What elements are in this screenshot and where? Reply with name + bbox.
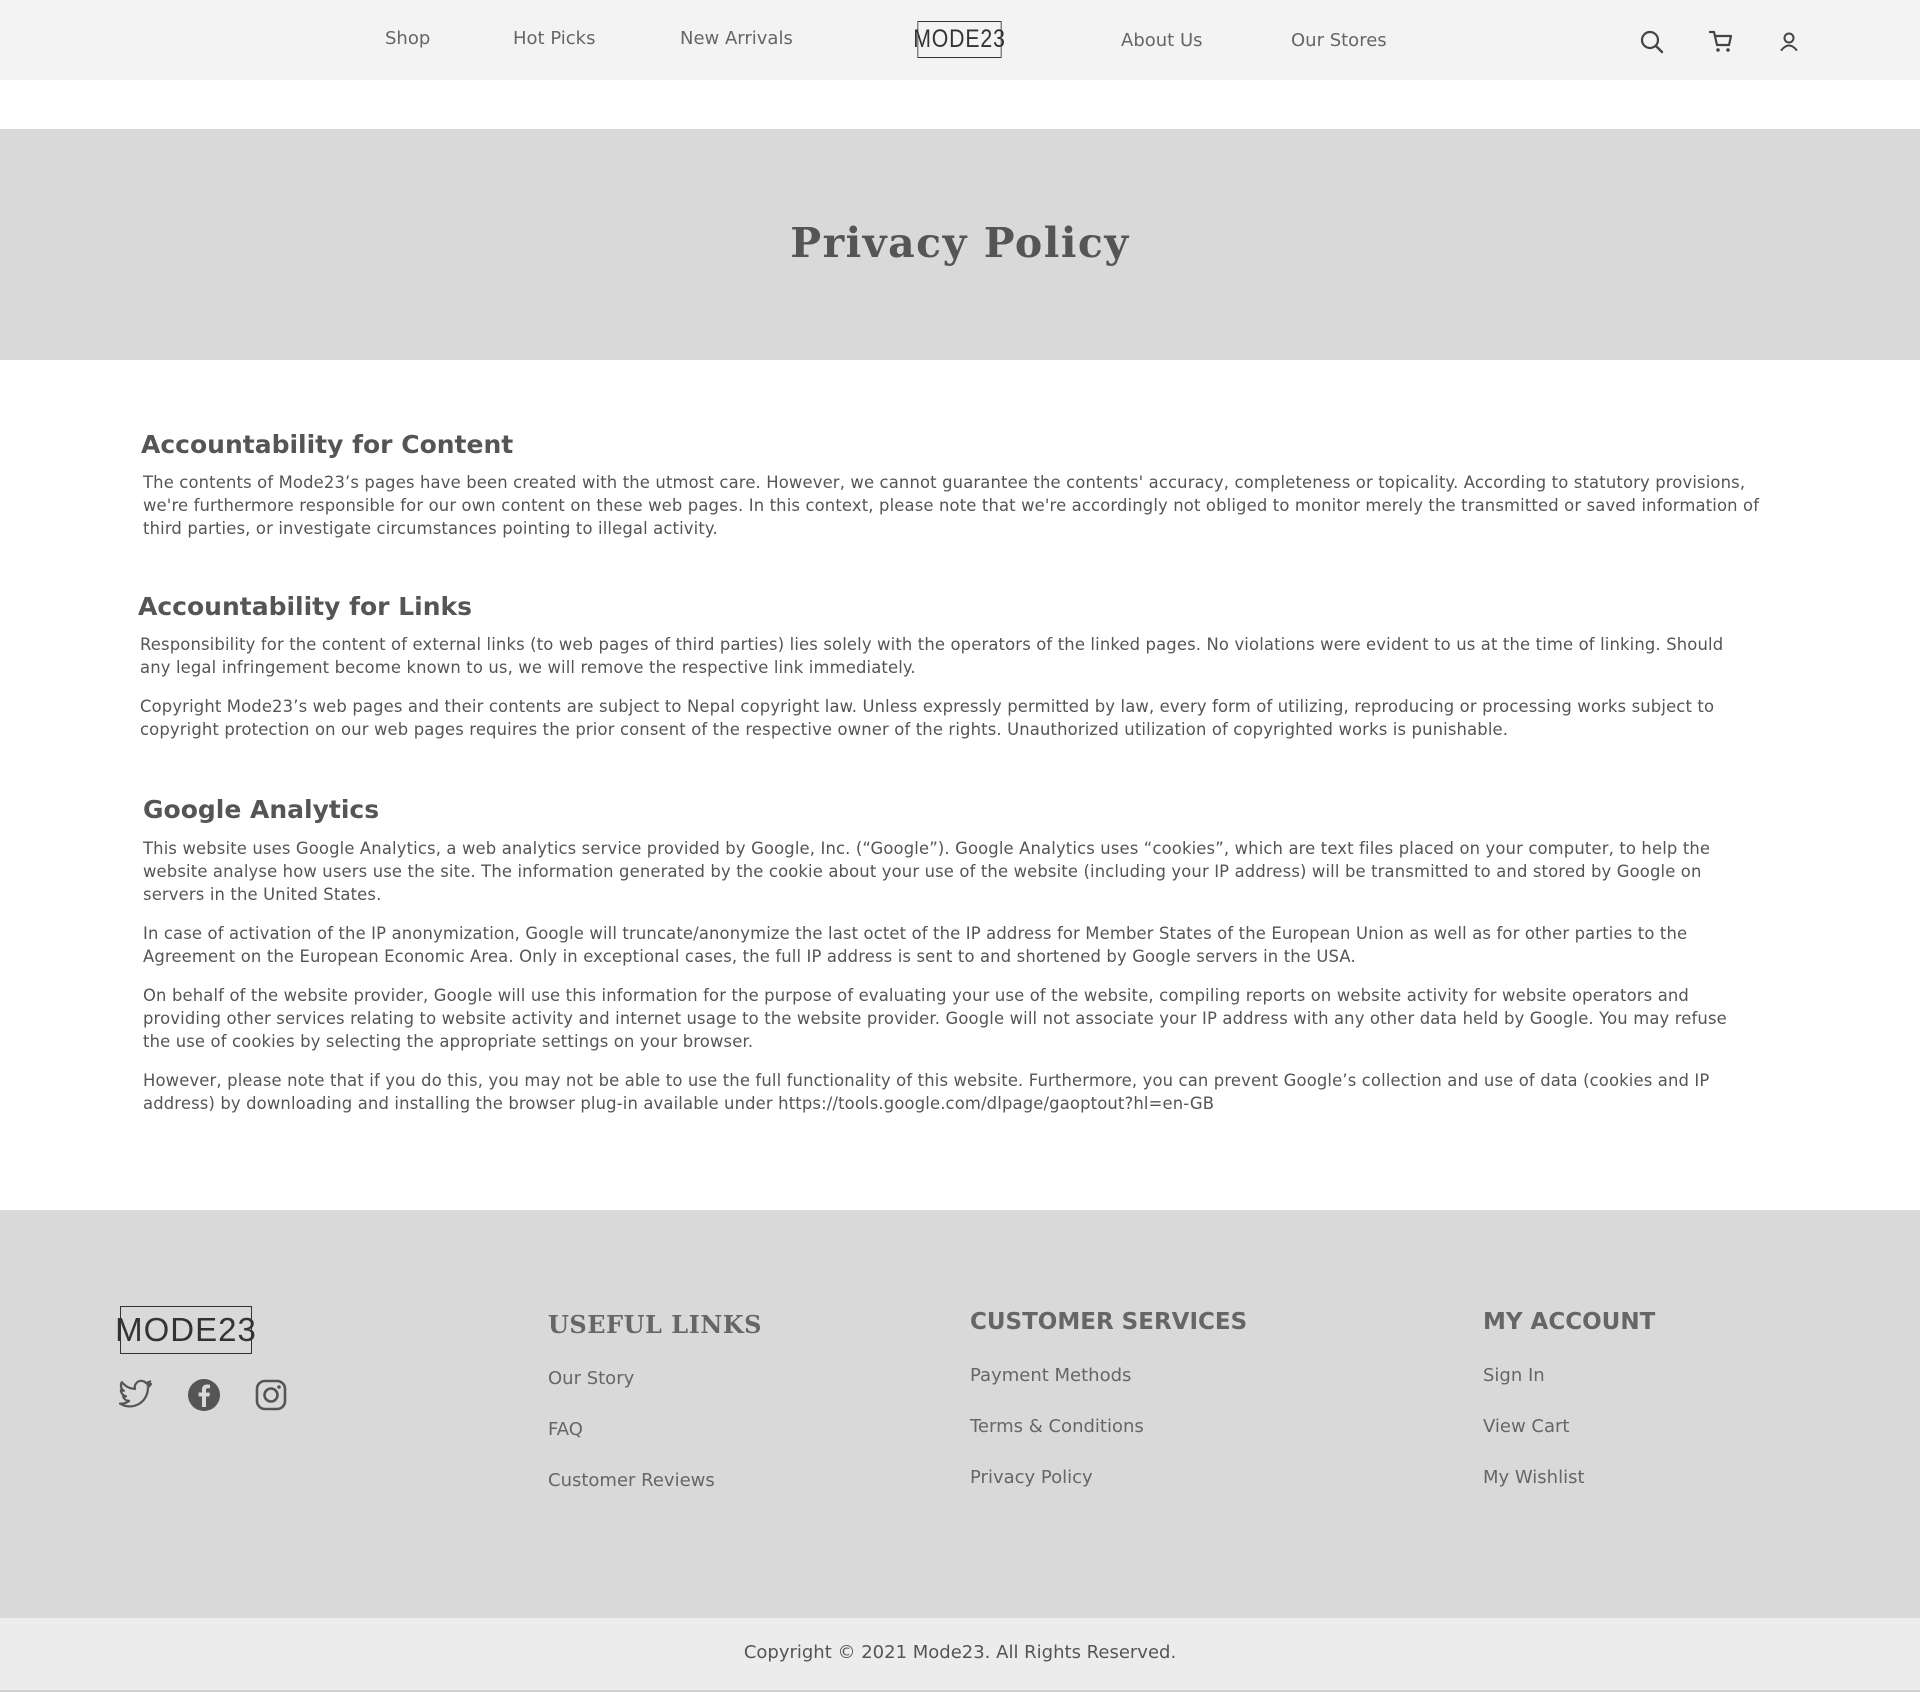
- nav-hot-picks[interactable]: Hot Picks: [513, 28, 596, 49]
- footer-logo[interactable]: MODE23: [115, 1306, 256, 1354]
- twitter-icon[interactable]: [118, 1377, 154, 1413]
- section-heading-analytics: Google Analytics: [143, 795, 380, 824]
- page-title: Privacy Policy: [790, 219, 1130, 267]
- page-banner: Privacy Policy: [0, 129, 1920, 360]
- copyright-bar: Copyright © 2021 Mode23. All Rights Rese…: [0, 1618, 1920, 1692]
- footer-link-payment-methods[interactable]: Payment Methods: [970, 1365, 1131, 1386]
- section-heading-links: Accountability for Links: [138, 592, 473, 621]
- footer-link-privacy-policy[interactable]: Privacy Policy: [970, 1467, 1093, 1488]
- section-paragraph: Responsibility for the content of extern…: [140, 635, 1724, 677]
- footer-link-my-wishlist[interactable]: My Wishlist: [1483, 1467, 1585, 1488]
- footer-link-sign-in[interactable]: Sign In: [1483, 1365, 1545, 1386]
- nav-shop[interactable]: Shop: [385, 28, 430, 49]
- search-icon[interactable]: [1639, 29, 1665, 55]
- user-icon[interactable]: [1776, 29, 1802, 55]
- facebook-icon[interactable]: [186, 1377, 222, 1413]
- nav-about-us[interactable]: About Us: [1121, 30, 1203, 51]
- section-heading-content: Accountability for Content: [141, 430, 514, 459]
- footer-heading-useful-links: USEFUL LINKS: [548, 1310, 762, 1339]
- footer-link-customer-reviews[interactable]: Customer Reviews: [548, 1470, 715, 1491]
- section-paragraph: The contents of Mode23’s pages have been…: [143, 473, 1760, 538]
- footer-link-view-cart[interactable]: View Cart: [1483, 1416, 1570, 1437]
- section-paragraph: In case of activation of the IP anonymiz…: [143, 924, 1688, 966]
- nav-our-stores[interactable]: Our Stores: [1291, 30, 1387, 51]
- footer-link-terms-conditions[interactable]: Terms & Conditions: [970, 1416, 1144, 1437]
- footer-link-our-story[interactable]: Our Story: [548, 1368, 634, 1389]
- footer-link-faq[interactable]: FAQ: [548, 1419, 583, 1440]
- section-paragraph: On behalf of the website provider, Googl…: [143, 986, 1727, 1051]
- copyright-text: Copyright © 2021 Mode23. All Rights Rese…: [743, 1642, 1177, 1663]
- section-paragraph: Copyright Mode23’s web pages and their c…: [140, 697, 1715, 739]
- nav-new-arrivals[interactable]: New Arrivals: [680, 28, 793, 49]
- section-paragraph: However, please note that if you do this…: [143, 1071, 1710, 1113]
- footer-heading-customer-services: CUSTOMER SERVICES: [970, 1309, 1248, 1335]
- site-header: Shop Hot Picks New Arrivals MODE23 About…: [0, 0, 1920, 80]
- site-footer: MODE23 USEFUL LINKS Our Story FAQ Custom…: [0, 1210, 1920, 1618]
- site-logo[interactable]: MODE23: [913, 21, 1005, 58]
- section-paragraph: This website uses Google Analytics, a we…: [143, 839, 1711, 904]
- cart-icon[interactable]: [1708, 28, 1734, 54]
- footer-heading-my-account: MY ACCOUNT: [1483, 1309, 1656, 1335]
- instagram-icon[interactable]: [253, 1377, 289, 1413]
